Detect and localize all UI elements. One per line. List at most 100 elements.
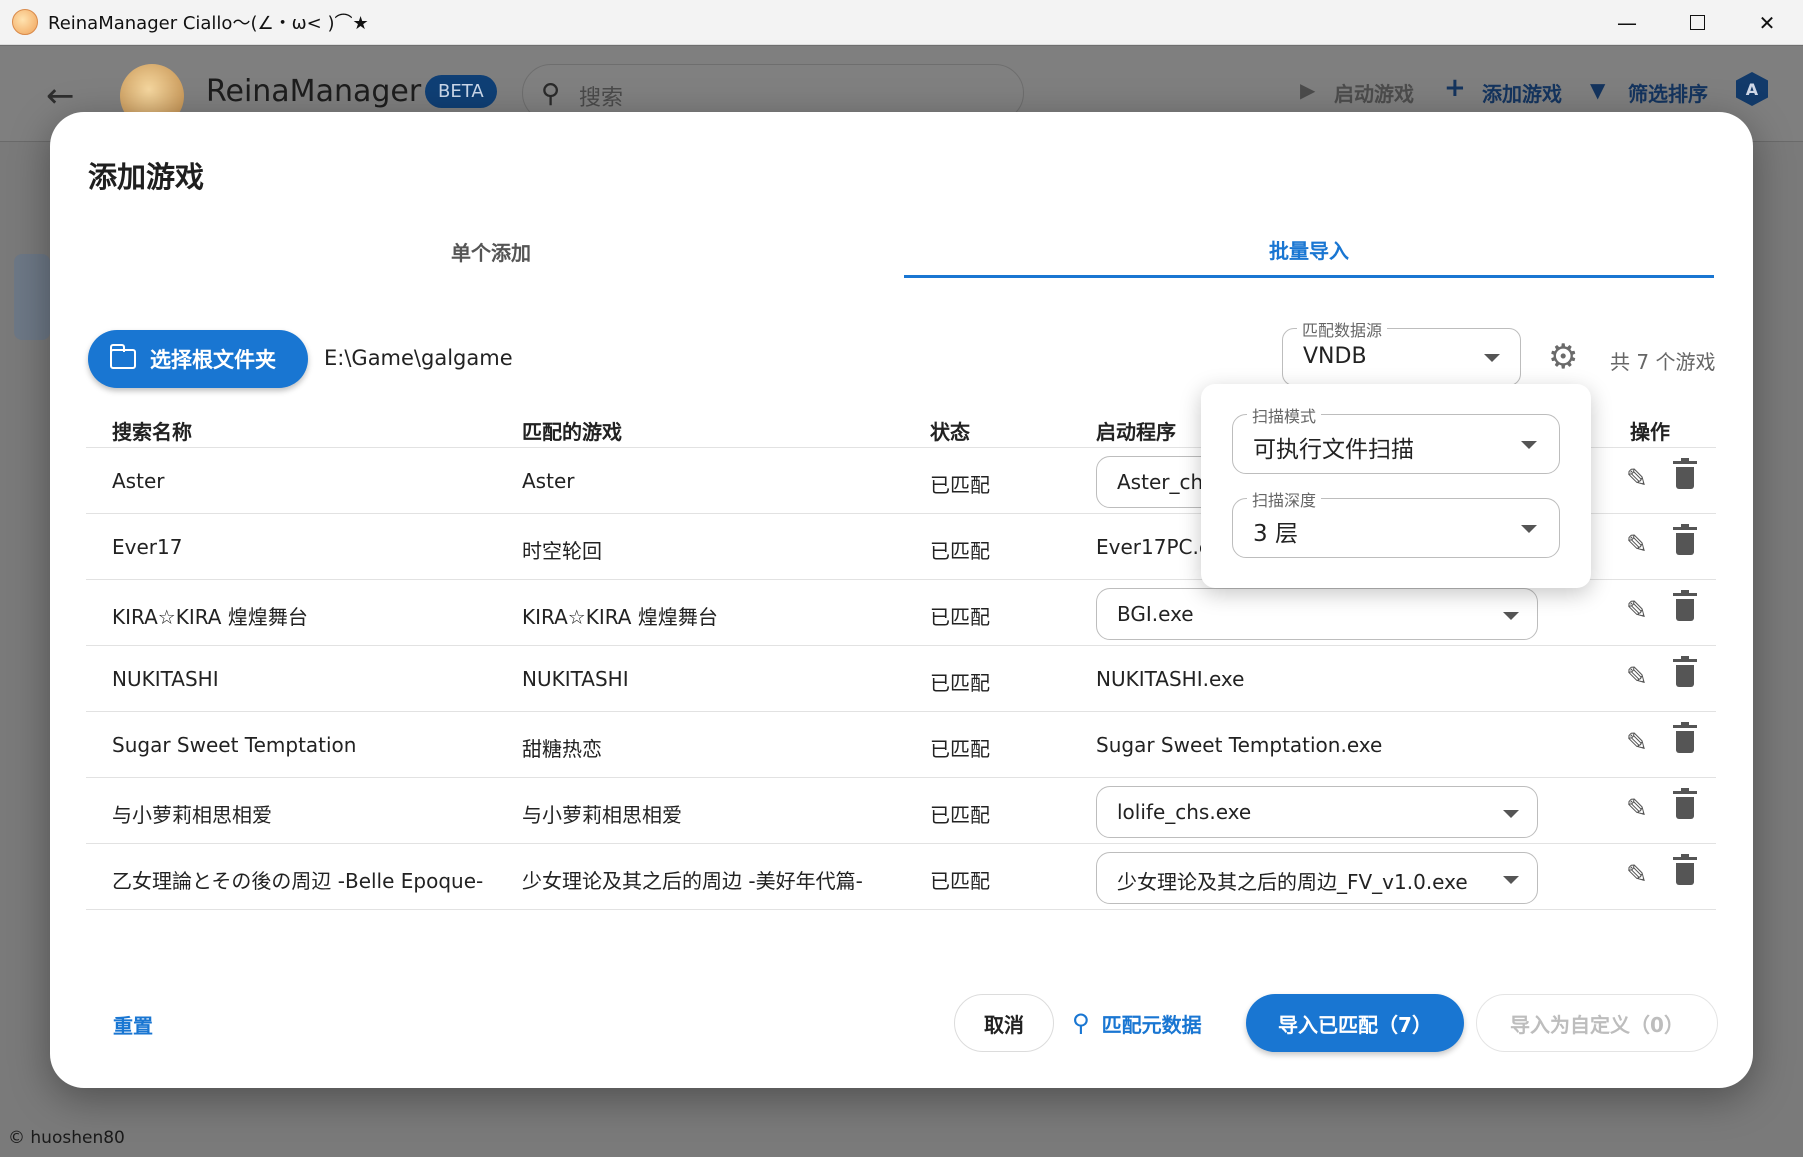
import-matched-button[interactable]: 导入已匹配（7） (1246, 994, 1464, 1052)
cell-matched-game: NUKITASHI (522, 667, 629, 691)
sidebar-stub (14, 254, 50, 340)
col-matched-game: 匹配的游戏 (522, 420, 622, 444)
chevron-down-icon (1521, 441, 1537, 449)
edit-icon[interactable]: ✎ (1626, 597, 1648, 625)
back-arrow-icon[interactable]: ← (46, 76, 75, 116)
play-icon: ▶ (1300, 78, 1316, 102)
launcher-value: lolife_chs.exe (1117, 800, 1252, 824)
window-title: ReinaManager Ciallo～(∠・ω< )⌒★ (48, 13, 369, 34)
maximize-icon (1689, 15, 1705, 30)
match-metadata-label: 匹配元数据 (1101, 1012, 1202, 1037)
tab-single-add[interactable]: 单个添加 (86, 224, 896, 278)
table-row: NUKITASHI NUKITASHI 已匹配 NUKITASHI.exe ✎ (86, 646, 1716, 712)
col-search-name: 搜索名称 (112, 420, 192, 444)
cell-launcher: Sugar Sweet Temptation.exe (1096, 733, 1383, 757)
delete-icon[interactable] (1673, 458, 1697, 489)
close-window-button[interactable]: ✕ (1732, 0, 1802, 45)
filter-sort-button[interactable]: 筛选排序 (1628, 78, 1708, 107)
add-game-button[interactable]: 添加游戏 (1482, 78, 1562, 107)
search-icon: ⚲ (541, 79, 561, 109)
match-metadata-button[interactable]: ⚲ 匹配元数据 (1072, 994, 1202, 1052)
root-path-text: E:\Game\galgame (324, 346, 513, 370)
table-row: 与小萝莉相思相爱 与小萝莉相思相爱 已匹配 lolife_chs.exe ✎ (86, 778, 1716, 844)
language-icon[interactable]: A (1736, 72, 1768, 106)
table-row: KIRA☆KIRA 煌煌舞台 KIRA☆KIRA 煌煌舞台 已匹配 BGI.exe ✎ (86, 580, 1716, 646)
table-row: 乙女理論とその後の周辺 -Belle Epoque- 少女理论及其之后的周边 -美… (86, 844, 1716, 910)
window-titlebar: ReinaManager Ciallo～(∠・ω< )⌒★ — ✕ (0, 0, 1803, 45)
scan-depth-select[interactable]: 扫描深度 3 层 (1232, 487, 1560, 558)
filter-icon: ▼ (1590, 78, 1606, 102)
cell-status: 已匹配 (930, 671, 990, 695)
close-icon: ✕ (1758, 10, 1776, 35)
cell-status: 已匹配 (930, 473, 990, 497)
cell-launcher: NUKITASHI.exe (1096, 667, 1245, 691)
select-root-folder-button[interactable]: 选择根文件夹 (88, 330, 308, 388)
chevron-down-icon (1503, 612, 1519, 620)
game-count: 共 7 个游戏 (1610, 350, 1716, 374)
scan-mode-value: 可执行文件扫描 (1253, 437, 1414, 463)
select-root-folder-label: 选择根文件夹 (150, 348, 276, 372)
delete-icon[interactable] (1673, 788, 1697, 819)
search-placeholder: 搜索 (579, 86, 624, 111)
gear-icon[interactable]: ⚙ (1548, 340, 1578, 374)
cell-search-name: Sugar Sweet Temptation (112, 733, 357, 757)
cell-matched-game: Aster (522, 469, 575, 493)
plus-icon: + (1444, 73, 1466, 103)
app-icon (12, 9, 38, 35)
brand-name: ReinaManager (206, 74, 422, 109)
import-custom-button[interactable]: 导入为自定义（0） (1476, 994, 1718, 1052)
maximize-button[interactable] (1662, 0, 1732, 45)
launcher-select[interactable]: 少女理论及其之后的周边_FV_v1.0.exe (1096, 852, 1538, 904)
delete-icon[interactable] (1673, 524, 1697, 555)
match-source-select[interactable]: 匹配数据源 VNDB (1282, 317, 1521, 386)
edit-icon[interactable]: ✎ (1626, 663, 1648, 691)
delete-icon[interactable] (1673, 722, 1697, 753)
cell-search-name: KIRA☆KIRA 煌煌舞台 (112, 605, 308, 629)
edit-icon[interactable]: ✎ (1626, 465, 1648, 493)
cell-status: 已匹配 (930, 869, 990, 893)
col-actions: 操作 (1630, 420, 1670, 444)
scan-settings-popover: 扫描模式 可执行文件扫描 扫描深度 3 层 (1201, 384, 1591, 588)
table-row: Sugar Sweet Temptation 甜糖热恋 已匹配 Sugar Sweet… (86, 712, 1716, 778)
col-launcher: 启动程序 (1096, 420, 1176, 444)
cell-search-name: Ever17 (112, 535, 183, 559)
match-source-label: 匹配数据源 (1297, 317, 1388, 341)
chevron-down-icon (1503, 810, 1519, 818)
col-status: 状态 (930, 420, 970, 444)
reset-button[interactable]: 重置 (113, 1010, 153, 1039)
edit-icon[interactable]: ✎ (1626, 729, 1648, 757)
cell-search-name: NUKITASHI (112, 667, 219, 691)
dialog-tabs: 单个添加 批量导入 (86, 224, 1753, 278)
cancel-button[interactable]: 取消 (954, 994, 1054, 1052)
cell-status: 已匹配 (930, 737, 990, 761)
folder-icon (109, 344, 136, 369)
delete-icon[interactable] (1673, 854, 1697, 885)
search-icon: ⚲ (1072, 1009, 1090, 1037)
scan-depth-label: 扫描深度 (1247, 487, 1322, 511)
edit-icon[interactable]: ✎ (1626, 795, 1648, 823)
chevron-down-icon (1521, 525, 1537, 533)
delete-icon[interactable] (1673, 656, 1697, 687)
cell-status: 已匹配 (930, 539, 990, 563)
scan-mode-select[interactable]: 扫描模式 可执行文件扫描 (1232, 403, 1560, 474)
cell-matched-game: KIRA☆KIRA 煌煌舞台 (522, 605, 718, 629)
launcher-value: BGI.exe (1117, 602, 1194, 626)
cell-search-name: 乙女理論とその後の周辺 -Belle Epoque- (112, 869, 484, 893)
minimize-icon: — (1617, 10, 1637, 35)
chevron-down-icon (1484, 354, 1500, 362)
launcher-select[interactable]: lolife_chs.exe (1096, 786, 1538, 838)
cell-status: 已匹配 (930, 803, 990, 827)
launcher-value: 少女理论及其之后的周边_FV_v1.0.exe (1117, 870, 1468, 894)
launcher-select[interactable]: BGI.exe (1096, 588, 1538, 640)
dialog-title: 添加游戏 (88, 160, 205, 194)
delete-icon[interactable] (1673, 590, 1697, 621)
cell-status: 已匹配 (930, 605, 990, 629)
minimize-button[interactable]: — (1592, 0, 1662, 45)
cell-matched-game: 时空轮回 (522, 539, 602, 563)
tab-batch-import[interactable]: 批量导入 (904, 224, 1714, 278)
launch-game-button[interactable]: 启动游戏 (1334, 78, 1414, 107)
cell-matched-game: 甜糖热恋 (522, 737, 602, 761)
edit-icon[interactable]: ✎ (1626, 531, 1648, 559)
credit-text: © huoshen80 (8, 1128, 125, 1148)
edit-icon[interactable]: ✎ (1626, 861, 1648, 889)
